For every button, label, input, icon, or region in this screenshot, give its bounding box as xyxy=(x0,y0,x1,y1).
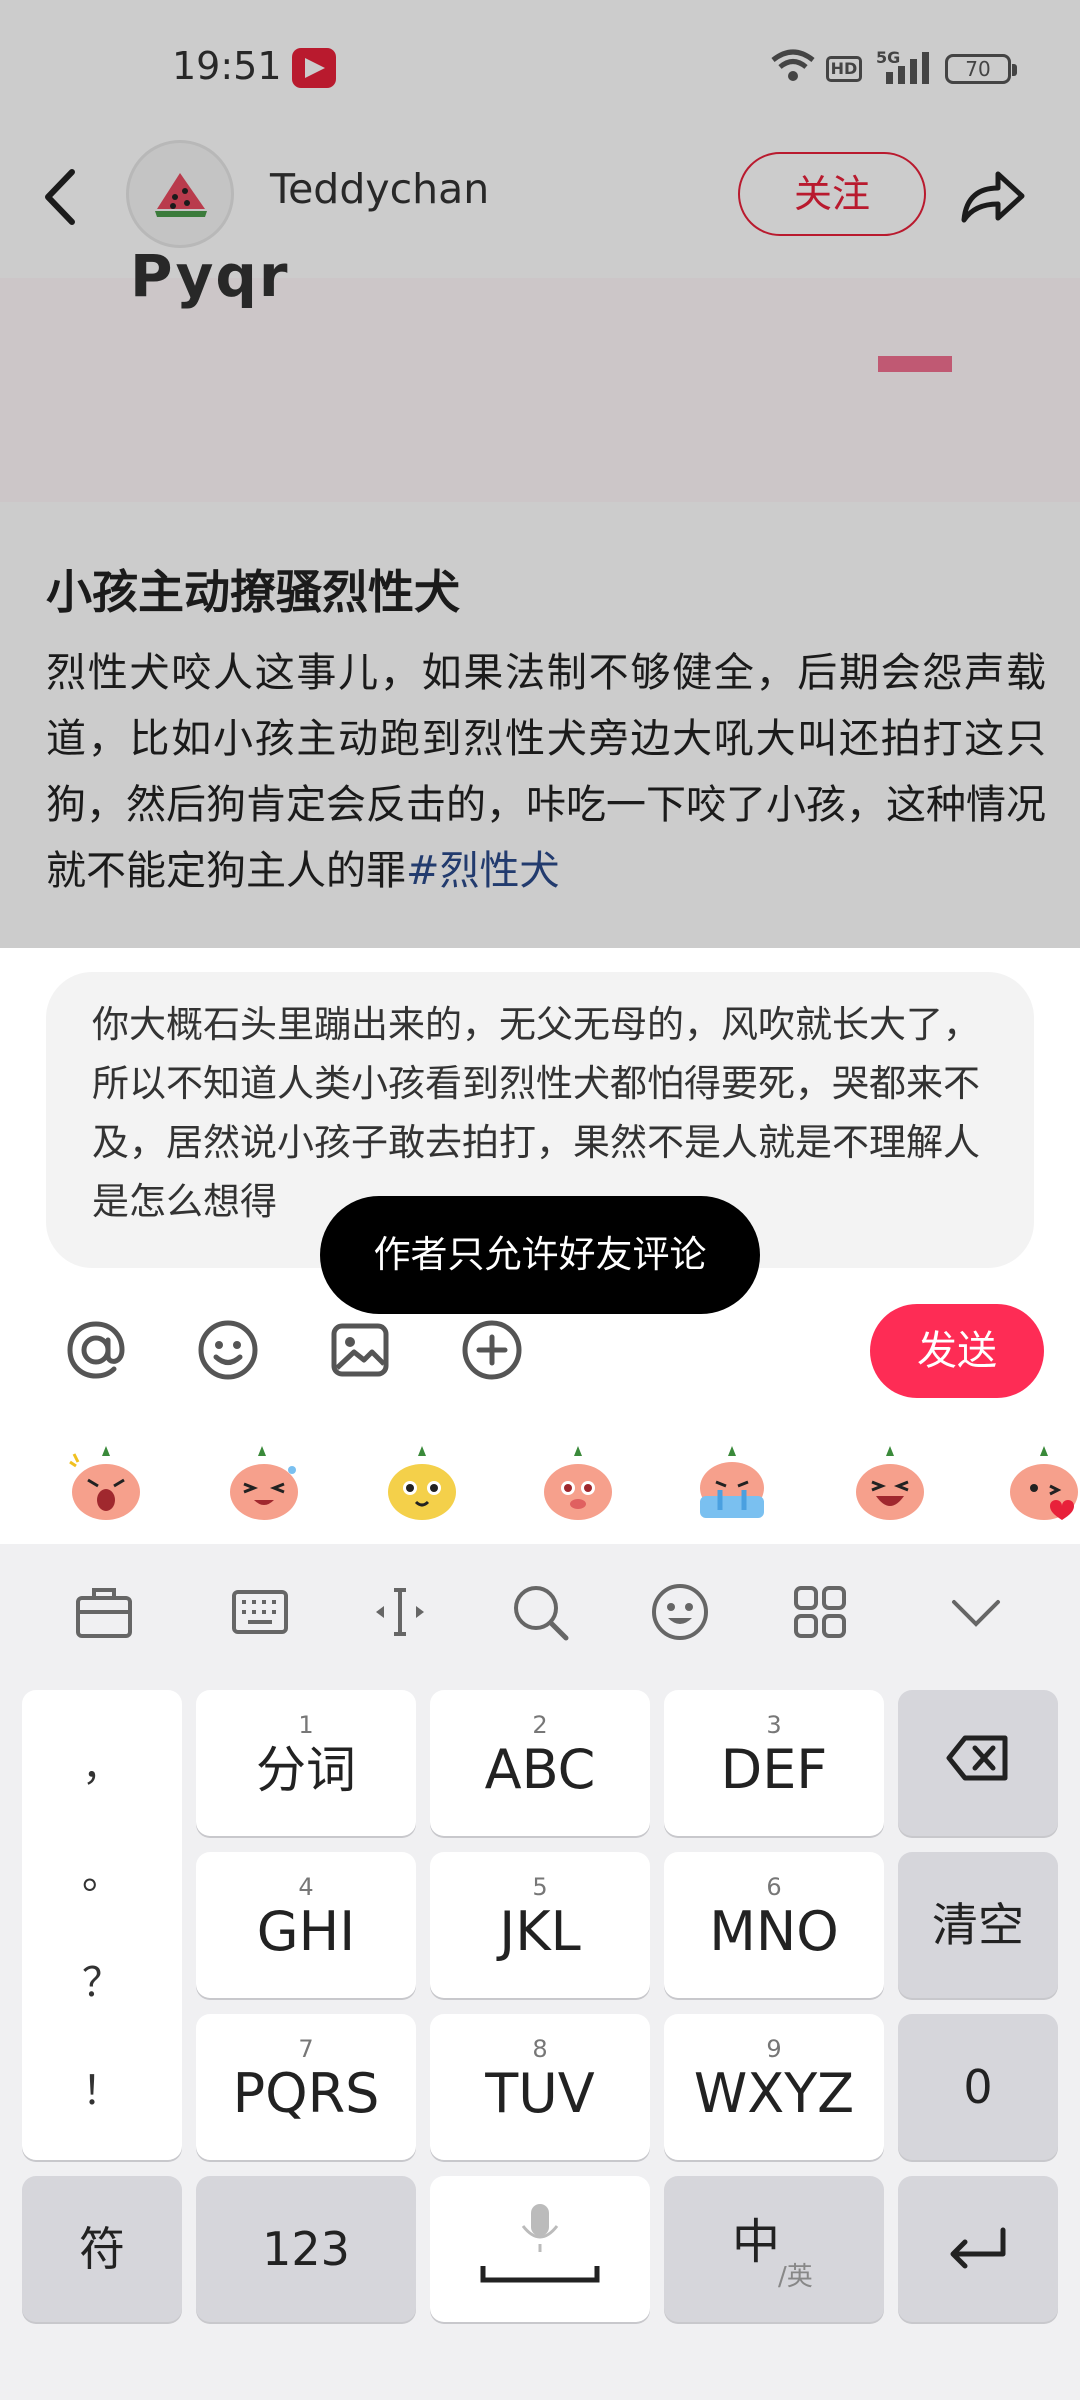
lang-cn-label: 中 xyxy=(732,2214,781,2270)
comma-key[interactable]: ， xyxy=(22,1734,182,1792)
send-button[interactable]: 发送 xyxy=(870,1304,1044,1398)
clear-key[interactable]: 清空 xyxy=(898,1852,1058,1998)
key-6[interactable]: 6 MNO xyxy=(664,1852,884,1998)
image-icon[interactable] xyxy=(328,1318,392,1382)
space-key[interactable] xyxy=(430,2176,650,2322)
backspace-icon xyxy=(946,1735,1008,1781)
sticker-shout[interactable] xyxy=(64,1440,148,1524)
cursor-icon[interactable] xyxy=(368,1580,432,1644)
dim-overlay[interactable] xyxy=(0,0,1080,948)
chevron-down-icon[interactable] xyxy=(944,1580,1008,1644)
emoji-icon[interactable] xyxy=(648,1580,712,1644)
comment-input-text[interactable]: 你大概石头里蹦出来的，无父无母的，风吹就长大了，所以不知道人类小孩看到烈性犬都怕… xyxy=(92,995,982,1221)
lang-en-label: /英 xyxy=(778,2262,813,2292)
apps-icon[interactable] xyxy=(788,1580,852,1644)
sticker-laugh-cry[interactable] xyxy=(222,1440,306,1524)
microphone-icon xyxy=(480,2204,600,2283)
emoji-icon[interactable] xyxy=(196,1318,260,1382)
sticker-shy[interactable] xyxy=(536,1440,620,1524)
plus-icon[interactable] xyxy=(460,1318,524,1382)
at-icon[interactable] xyxy=(64,1318,128,1382)
punctuation-key[interactable]: ， 。 ？ ！ xyxy=(22,1690,182,2160)
key-2[interactable]: 2 ABC xyxy=(430,1690,650,1836)
sticker-yellow-smile[interactable] xyxy=(380,1440,464,1524)
key-0[interactable]: 0 xyxy=(898,2014,1058,2160)
key-5[interactable]: 5 JKL xyxy=(430,1852,650,1998)
sticker-big-laugh[interactable] xyxy=(848,1440,932,1524)
keyboard-icon[interactable] xyxy=(228,1580,292,1644)
toast-message: 作者只允许好友评论 xyxy=(320,1196,760,1314)
key-4[interactable]: 4 GHI xyxy=(196,1852,416,1998)
key-9[interactable]: 9 WXYZ xyxy=(664,2014,884,2160)
enter-key[interactable] xyxy=(898,2176,1058,2322)
search-icon[interactable] xyxy=(508,1580,572,1644)
exclamation-key[interactable]: ！ xyxy=(22,2058,182,2116)
key-1[interactable]: 1 分词 xyxy=(196,1690,416,1836)
backspace-key[interactable] xyxy=(898,1690,1058,1836)
period-key[interactable]: 。 xyxy=(22,1842,182,1900)
sticker-heart[interactable] xyxy=(1002,1440,1080,1524)
sticker-crying[interactable] xyxy=(690,1440,774,1524)
key-7[interactable]: 7 PQRS xyxy=(196,2014,416,2160)
key-8[interactable]: 8 TUV xyxy=(430,2014,650,2160)
numeric-key[interactable]: 123 xyxy=(196,2176,416,2322)
clipboard-icon[interactable] xyxy=(72,1580,136,1644)
key-3[interactable]: 3 DEF xyxy=(664,1690,884,1836)
symbol-key[interactable]: 符 xyxy=(22,2176,182,2322)
language-switch-key[interactable]: 中 /英 xyxy=(664,2176,884,2322)
enter-icon xyxy=(950,2227,1006,2269)
question-key[interactable]: ？ xyxy=(22,1950,182,2008)
